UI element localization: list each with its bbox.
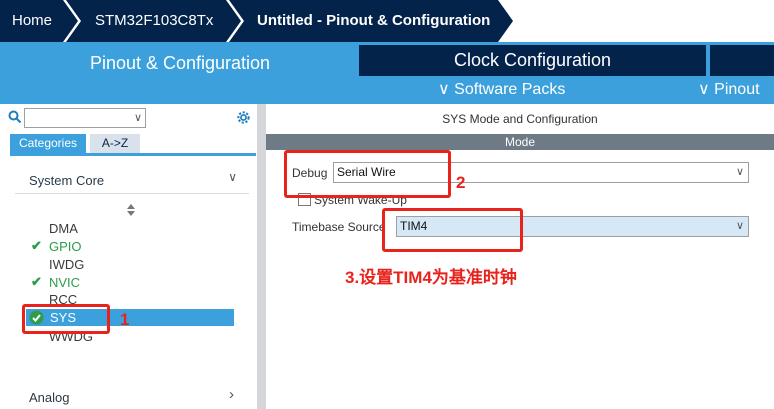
software-packs-menu[interactable]: ∨ Software Packs bbox=[438, 78, 565, 102]
pinout-menu-label: Pinout bbox=[714, 81, 760, 98]
check-icon: ✔ bbox=[31, 238, 42, 253]
check-icon: ✔ bbox=[31, 274, 42, 289]
section-system-core[interactable]: System Core ∨ bbox=[15, 165, 249, 194]
gear-icon[interactable] bbox=[235, 109, 252, 126]
chevron-down-icon: ∨ bbox=[228, 170, 237, 184]
breadcrumb: Home STM32F103C8Tx Untitled - Pinout & C… bbox=[0, 0, 774, 42]
tab-clock-configuration[interactable]: Clock Configuration bbox=[359, 45, 706, 76]
chevron-down-icon: ∨ bbox=[438, 81, 450, 98]
list-item-iwdg[interactable]: IWDG bbox=[49, 257, 84, 272]
tab-a-z-label: A->Z bbox=[101, 136, 129, 150]
annotation-box-debug bbox=[284, 150, 451, 198]
tab-pinout-configuration-label: Pinout & Configuration bbox=[89, 53, 271, 73]
annotation-box-sys bbox=[22, 304, 110, 334]
list-item-gpio[interactable]: GPIO bbox=[49, 239, 82, 254]
section-analog-label: Analog bbox=[29, 390, 70, 405]
sort-icon[interactable] bbox=[126, 204, 136, 216]
tab-underline bbox=[10, 153, 256, 156]
section-system-core-label: System Core bbox=[29, 173, 105, 188]
panel-title: SYS Mode and Configuration bbox=[442, 112, 598, 126]
search-input[interactable]: ∨ bbox=[24, 108, 146, 128]
tab-categories[interactable]: Categories bbox=[10, 134, 86, 153]
mode-header: Mode bbox=[266, 134, 774, 150]
pinout-menu[interactable]: ∨ Pinout bbox=[698, 78, 760, 102]
annotation-label-3: 3.设置TIM4为基准时钟 bbox=[345, 268, 517, 287]
list-item-nvic[interactable]: NVIC bbox=[49, 275, 80, 290]
breadcrumb-device[interactable]: STM32F103C8Tx bbox=[95, 0, 213, 42]
software-packs-label: Software Packs bbox=[454, 81, 566, 98]
section-analog[interactable]: Analog › bbox=[15, 384, 249, 409]
tab-categories-label: Categories bbox=[18, 136, 78, 150]
tab-clock-configuration-label: Clock Configuration bbox=[453, 50, 612, 70]
list-item-dma[interactable]: DMA bbox=[49, 221, 78, 236]
breadcrumb-home[interactable]: Home bbox=[12, 0, 52, 42]
search-icon[interactable] bbox=[8, 110, 22, 124]
panel-splitter[interactable] bbox=[257, 104, 266, 409]
timebase-label: Timebase Source bbox=[292, 220, 386, 234]
chevron-right-icon: › bbox=[229, 386, 234, 403]
breadcrumb-project[interactable]: Untitled - Pinout & Configuration bbox=[257, 0, 490, 42]
tab-a-z[interactable]: A->Z bbox=[90, 134, 140, 153]
annotation-box-timebase bbox=[382, 208, 523, 252]
chevron-down-icon: ∨ bbox=[735, 166, 744, 178]
annotation-label-2: 2 bbox=[456, 173, 466, 192]
tab-bar: Pinout & Configuration Clock Configurati… bbox=[0, 42, 774, 117]
annotation-label-1: 1 bbox=[120, 310, 130, 329]
tab-more[interactable] bbox=[710, 45, 774, 76]
chevron-down-icon: ∨ bbox=[698, 81, 710, 98]
chevron-down-icon: ∨ bbox=[735, 220, 744, 232]
search-dropdown-icon[interactable]: ∨ bbox=[134, 109, 142, 127]
